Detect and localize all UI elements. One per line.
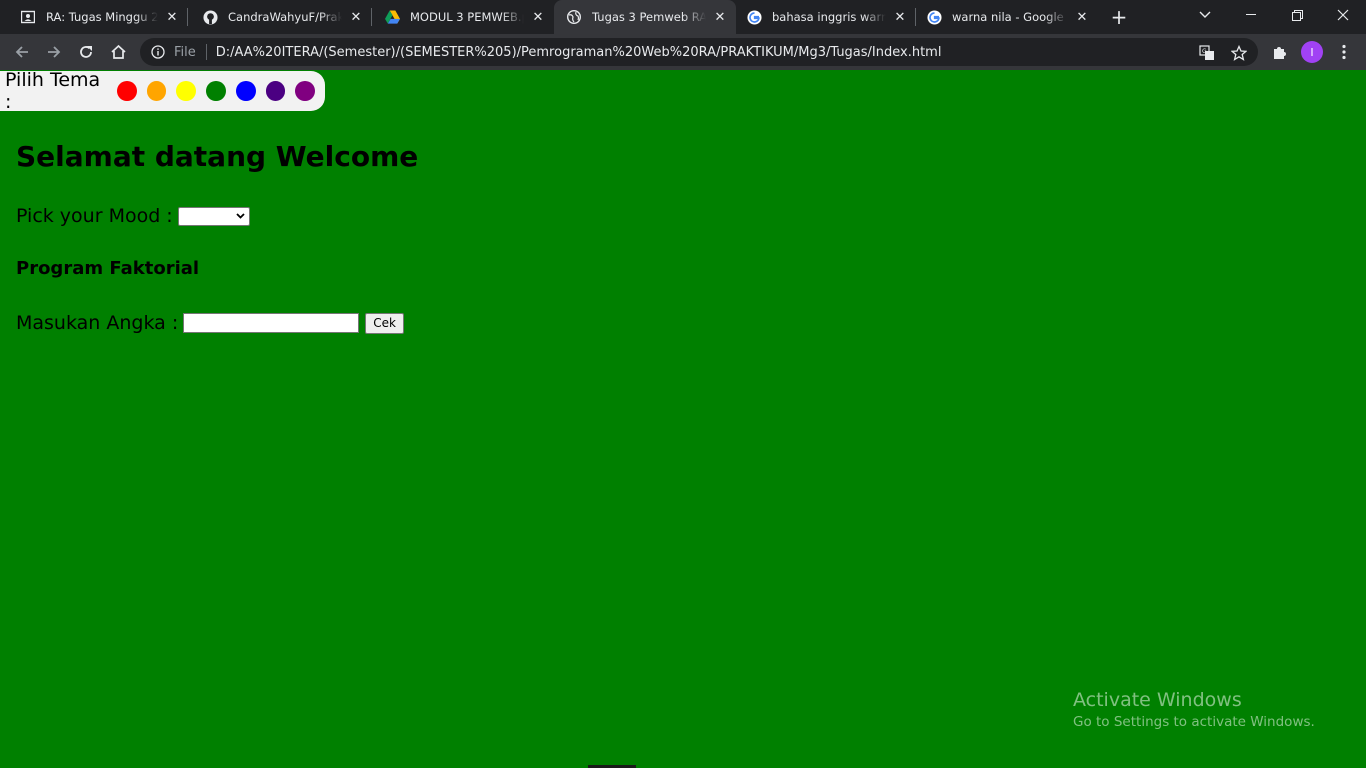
browser-toolbar: File D:/AA%20ITERA/(Semester)/(SEMESTER%… — [0, 34, 1366, 70]
reload-button[interactable] — [72, 38, 100, 66]
bookmark-star-icon[interactable] — [1230, 44, 1248, 62]
svg-text:G: G — [1202, 48, 1207, 55]
tab-title: CandraWahyuF/Praktikum — [228, 10, 342, 24]
tab-title: Tugas 3 Pemweb RA — [592, 10, 706, 24]
google-icon — [926, 9, 942, 25]
tab-title: MODUL 3 PEMWEB.pdf — [410, 10, 524, 24]
tab-strip: RA: Tugas Minggu 2 ✕ CandraWahyuF/Prakti… — [0, 0, 1366, 34]
extensions-puzzle-icon[interactable] — [1270, 42, 1290, 62]
theme-swatch-green[interactable] — [206, 81, 226, 101]
classroom-icon — [20, 9, 36, 25]
close-icon[interactable]: ✕ — [712, 9, 728, 25]
drive-icon — [384, 9, 400, 25]
tab-title: warna nila - Google Search — [952, 10, 1068, 24]
theme-label: Pilih Tema : — [5, 69, 101, 113]
theme-swatch-blue[interactable] — [235, 81, 256, 101]
address-bar[interactable]: File D:/AA%20ITERA/(Semester)/(SEMESTER%… — [140, 38, 1258, 66]
divider — [205, 44, 207, 60]
close-icon[interactable]: ✕ — [530, 9, 546, 25]
tab-4-active[interactable]: Tugas 3 Pemweb RA ✕ — [554, 0, 736, 34]
url-scheme: File — [174, 44, 196, 60]
theme-picker: Pilih Tema : — [0, 69, 325, 113]
angka-input[interactable] — [183, 313, 360, 333]
page-title: Selamat datang Welcome — [16, 140, 419, 173]
tab-1[interactable]: RA: Tugas Minggu 2 ✕ — [2, 0, 188, 34]
new-tab-button[interactable]: + — [1106, 5, 1132, 29]
theme-swatch-orange[interactable] — [146, 81, 167, 101]
theme-swatch-purple[interactable] — [295, 81, 315, 101]
url-text[interactable]: D:/AA%20ITERA/(Semester)/(SEMESTER%205)/… — [216, 45, 942, 60]
mood-label: Pick your Mood : — [16, 205, 173, 227]
forward-button[interactable] — [40, 38, 68, 66]
section-heading-faktorial: Program Faktorial — [16, 258, 200, 279]
menu-kebab-icon[interactable] — [1334, 42, 1354, 62]
close-icon[interactable]: ✕ — [1074, 9, 1090, 25]
angka-row: Masukan Angka : Cek — [16, 312, 404, 334]
chevron-down-icon — [236, 213, 245, 219]
globe-icon — [566, 9, 582, 25]
minimize-button[interactable] — [1228, 0, 1274, 30]
restore-button[interactable] — [1274, 0, 1320, 30]
angka-label: Masukan Angka : — [16, 312, 179, 334]
close-icon[interactable]: ✕ — [892, 9, 908, 25]
mood-select[interactable] — [177, 206, 250, 226]
mood-row: Pick your Mood : — [16, 205, 250, 227]
tab-title: RA: Tugas Minggu 2 — [46, 10, 158, 24]
theme-swatch-red[interactable] — [117, 81, 137, 101]
theme-swatch-indigo[interactable] — [265, 81, 286, 101]
home-button[interactable] — [104, 38, 132, 66]
tab-2[interactable]: CandraWahyuF/Praktikum ✕ — [184, 0, 372, 34]
back-button[interactable] — [8, 38, 36, 66]
cek-button[interactable]: Cek — [365, 312, 404, 334]
theme-swatch-yellow[interactable] — [176, 81, 197, 101]
close-icon[interactable]: ✕ — [164, 9, 180, 25]
tab-5[interactable]: bahasa inggris warna nila ✕ — [736, 0, 916, 34]
info-icon[interactable] — [150, 44, 166, 60]
watermark-title: Activate Windows — [1073, 689, 1242, 711]
close-icon[interactable]: ✕ — [348, 9, 364, 25]
tab-title: bahasa inggris warna nila — [772, 10, 886, 24]
tab-6[interactable]: warna nila - Google Search ✕ — [916, 0, 1098, 34]
watermark-subtitle: Go to Settings to activate Windows. — [1073, 714, 1315, 730]
profile-avatar[interactable]: I — [1301, 41, 1323, 63]
windows-activation-watermark: Activate Windows Go to Settings to activ… — [1073, 689, 1315, 730]
translate-icon[interactable]: G — [1198, 44, 1216, 62]
tab-search-chevron-icon[interactable] — [1182, 0, 1228, 30]
google-icon — [746, 9, 762, 25]
github-icon — [202, 9, 218, 25]
tab-3[interactable]: MODUL 3 PEMWEB.pdf ✕ — [366, 0, 554, 34]
close-window-button[interactable] — [1320, 0, 1366, 30]
